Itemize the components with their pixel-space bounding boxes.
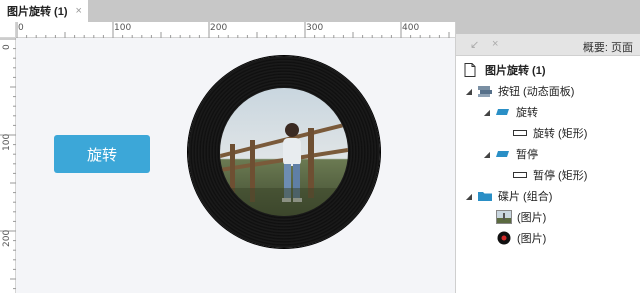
tree-item-label: 旋转 [516, 107, 538, 119]
rotate-button[interactable]: 旋转 [54, 135, 150, 173]
rectangle-icon [512, 126, 528, 140]
tree-item-label: 旋转 (矩形) [533, 128, 588, 140]
rectangle-icon [512, 168, 528, 182]
dynamic-panel-icon [477, 84, 493, 98]
record-icon [496, 231, 512, 245]
panel-title: 概要: 页面 [582, 42, 633, 54]
expand-arrow-icon[interactable]: ◢ [464, 87, 474, 96]
folder-icon [477, 189, 493, 203]
tree-item-dynamic-panel[interactable]: ◢ 按钮 (动态面板) [456, 81, 640, 101]
photo-image [220, 88, 348, 216]
tree-item-label: (图片) [517, 233, 547, 245]
tree-item-state-rotate[interactable]: ◢ 旋转 [456, 102, 640, 122]
tree-item-label: (图片) [517, 212, 547, 224]
ruler-label-v0: 0 [2, 44, 12, 50]
design-canvas[interactable]: 旋转 [16, 38, 455, 293]
tab-strip: 图片旋转 (1) × [0, 0, 640, 22]
expand-arrow-icon[interactable]: ◢ [482, 150, 492, 159]
disc-photo[interactable] [220, 88, 348, 216]
tree-item-page[interactable]: 图片旋转 (1) [456, 60, 640, 80]
tab-title: 图片旋转 (1) [7, 6, 68, 18]
tree-item-label: 按钮 (动态面板) [498, 86, 575, 98]
tab-page[interactable]: 图片旋转 (1) × [0, 0, 88, 22]
ruler-label-300: 300 [306, 23, 324, 33]
tab-close-icon[interactable]: × [76, 5, 82, 17]
state-icon [495, 147, 511, 161]
tree-item-label: 暂停 (矩形) [533, 170, 588, 182]
ruler-label-200: 200 [210, 23, 228, 33]
vertical-ruler: 0 100 200 [0, 38, 16, 293]
image-thumb-icon [496, 210, 512, 224]
panel-header: ↙ × 概要: 页面 [456, 34, 640, 56]
canvas-area: 0 100 200 300 400 0 100 200 旋转 [0, 22, 455, 293]
tree-item-image-record[interactable]: (图片) [456, 228, 640, 248]
ruler-label-v200: 200 [2, 229, 12, 247]
ruler-label-v100: 100 [2, 133, 12, 151]
tree-item-label: 暂停 [516, 149, 538, 161]
rotate-button-label: 旋转 [86, 146, 117, 164]
panel-top-strip [456, 22, 640, 34]
tree-item-rect-rotate[interactable]: 旋转 (矩形) [456, 123, 640, 143]
tree-item-image-photo[interactable]: (图片) [456, 207, 640, 227]
horizontal-ruler: 0 100 200 300 400 [16, 22, 455, 38]
page-icon [464, 63, 480, 77]
vinyl-disc[interactable] [188, 56, 380, 248]
ruler-corner [0, 22, 16, 38]
expand-arrow-icon[interactable]: ◢ [464, 192, 474, 201]
ruler-label-400: 400 [402, 23, 420, 33]
tree-item-state-pause[interactable]: ◢ 暂停 [456, 144, 640, 164]
horizontal-ruler-ticks [16, 22, 450, 38]
collapse-icon[interactable]: ↙ [470, 38, 479, 51]
ruler-label-0: 0 [18, 23, 24, 33]
state-icon [495, 105, 511, 119]
vertical-ruler-ticks [0, 38, 16, 290]
expand-arrow-icon[interactable]: ◢ [482, 108, 492, 117]
tree-item-label: 图片旋转 (1) [485, 65, 546, 77]
panel-close-icon[interactable]: × [492, 38, 498, 50]
outline-panel: ↙ × 概要: 页面 图片旋转 (1) ◢ 按钮 (动态面板) ◢ 旋转 旋转 … [455, 22, 640, 293]
tree-item-label: 碟片 (组合) [498, 191, 553, 203]
ruler-label-100: 100 [114, 23, 132, 33]
tree-item-rect-pause[interactable]: 暂停 (矩形) [456, 165, 640, 185]
tree-item-group-disc[interactable]: ◢ 碟片 (组合) [456, 186, 640, 206]
